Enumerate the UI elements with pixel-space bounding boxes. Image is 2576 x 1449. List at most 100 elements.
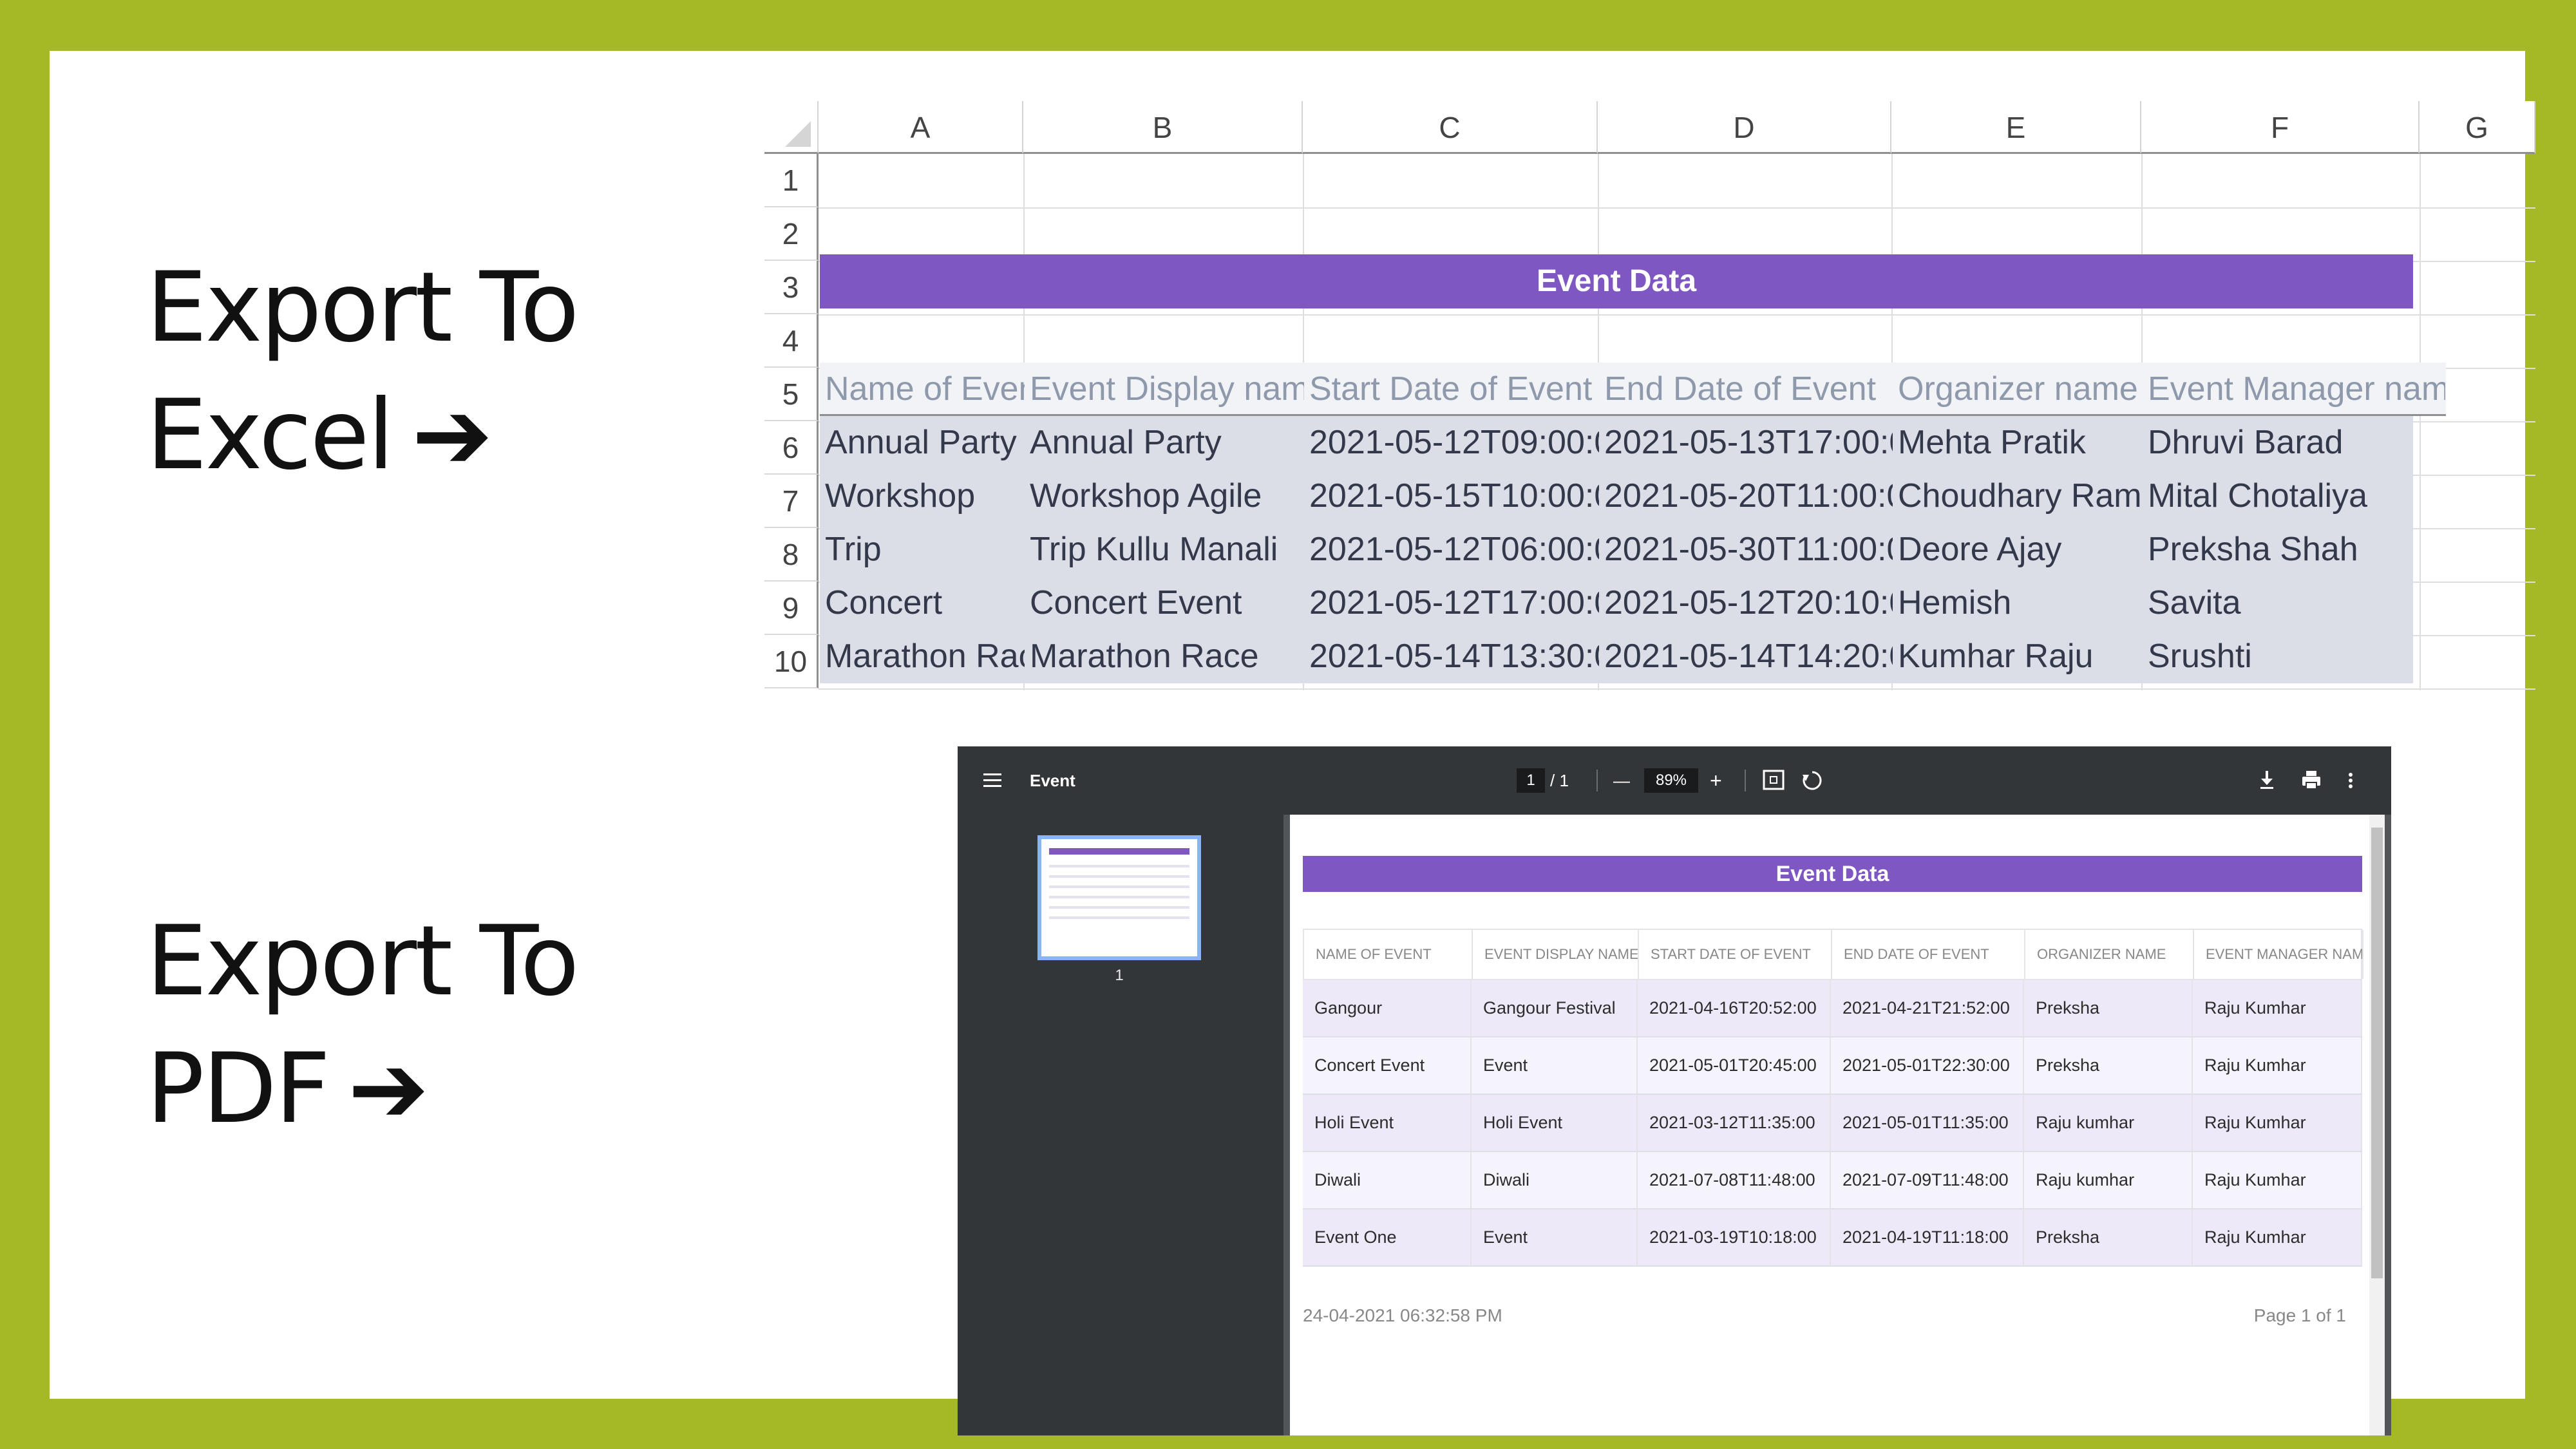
table-row: Event One Event 2021-03-19T10:18:00 2021-04…: [1303, 1209, 2362, 1267]
slide: Export To Excel ➔ Export To PDF ➔ ABCDEFG …: [50, 51, 2535, 1435]
excel-data-cell[interactable]: Mehta Pratik: [1893, 416, 2143, 469]
excel-data-cell[interactable]: Trip: [820, 523, 1025, 576]
column-header[interactable]: B: [1023, 101, 1303, 154]
excel-data-cell[interactable]: 2021-05-15T10:00:00: [1304, 469, 1599, 523]
pdf-data-cell: Gangour Festival: [1472, 980, 1638, 1036]
excel-data-cell[interactable]: 2021-05-12T17:00:00: [1304, 576, 1599, 630]
pdf-header-cell: Start Date of Event: [1639, 930, 1832, 979]
row-header[interactable]: 2: [764, 207, 819, 261]
row-header[interactable]: 7: [764, 475, 819, 528]
pdf-page: Event Data Name of Event Event Display Na…: [1290, 815, 2372, 1435]
export-excel-heading: Export To Excel ➔: [146, 244, 580, 499]
pdf-header-cell: Event Display Name: [1473, 930, 1639, 979]
rotate-icon[interactable]: [1801, 746, 1823, 815]
pdf-data-cell: Gangour: [1303, 980, 1472, 1036]
column-header[interactable]: E: [1891, 101, 2141, 154]
pdf-data-cell: Raju kumhar: [2024, 1095, 2193, 1151]
pdf-scrollbar[interactable]: [2369, 815, 2385, 1435]
page-number-input[interactable]: 1: [1517, 768, 1545, 793]
table-row: Concert Event Event 2021-05-01T20:45:00 202…: [1303, 1037, 2362, 1095]
excel-data-cell[interactable]: 2021-05-14T14:20:00: [1599, 630, 1893, 683]
excel-header-cell[interactable]: Name of Event: [820, 363, 1025, 416]
pdf-timestamp: 24-04-2021 06:32:58 PM: [1303, 1305, 1502, 1325]
zoom-out-button[interactable]: —: [1613, 746, 1630, 815]
row-header[interactable]: 1: [764, 154, 819, 207]
row-header[interactable]: 5: [764, 368, 819, 421]
excel-header-cell[interactable]: End Date of Event: [1599, 363, 1893, 416]
excel-data-cell[interactable]: Concert: [820, 576, 1025, 630]
pdf-data-cell: 2021-05-01T22:30:00: [1831, 1037, 2024, 1094]
menu-icon[interactable]: [983, 746, 1003, 815]
pdf-data-cell: Preksha: [2024, 1209, 2193, 1265]
row-header[interactable]: 8: [764, 528, 819, 582]
pdf-data-cell: Diwali: [1472, 1152, 1638, 1208]
column-header[interactable]: G: [2420, 101, 2535, 154]
column-header[interactable]: D: [1598, 101, 1891, 154]
excel-sheet: ABCDEFG 1 2 3 4 5 6 7 8 9 10 Event Data Name of E…: [764, 101, 2535, 690]
row-header[interactable]: 6: [764, 421, 819, 475]
arrow-right-icon: ➔: [412, 379, 493, 491]
excel-data-cell[interactable]: Annual Party: [820, 416, 1025, 469]
zoom-in-button[interactable]: +: [1710, 746, 1722, 815]
excel-data-cell[interactable]: Trip Kullu Manali: [1025, 523, 1304, 576]
pdf-page-area: Event Data Name of Event Event Display Na…: [1283, 815, 2391, 1435]
excel-data-cell[interactable]: 2021-05-13T17:00:00: [1599, 416, 1893, 469]
excel-data-cell[interactable]: 2021-05-14T13:30:00: [1304, 630, 1599, 683]
excel-data-cell[interactable]: 2021-05-20T11:00:00: [1599, 469, 1893, 523]
excel-data-cell[interactable]: Deore Ajay: [1893, 523, 2143, 576]
excel-data-cell[interactable]: Workshop: [820, 469, 1025, 523]
pdf-page-count: Page 1 of 1: [2253, 1305, 2346, 1325]
excel-data-cell[interactable]: Choudhary Ramesh: [1893, 469, 2143, 523]
pdf-data-cell: Raju kumhar: [2024, 1152, 2193, 1208]
pdf-data-cell: 2021-04-19T11:18:00: [1831, 1209, 2024, 1265]
pdf-data-cell: 2021-03-19T10:18:00: [1638, 1209, 1831, 1265]
pdf-toolbar: Event 1 / 1 — 89% +: [958, 746, 2391, 815]
row-header[interactable]: 4: [764, 314, 819, 368]
excel-data-cell[interactable]: Mital Chotaliya: [2143, 469, 2413, 523]
pdf-header-cell: Name of Event: [1304, 930, 1473, 979]
pdf-data-cell: Raju Kumhar: [2193, 1095, 2362, 1151]
excel-data-cell[interactable]: 2021-05-12T20:10:00: [1599, 576, 1893, 630]
excel-data-cell[interactable]: 2021-05-12T09:00:00: [1304, 416, 1599, 469]
excel-data-cell[interactable]: 2021-05-30T11:00:00: [1599, 523, 1893, 576]
excel-header-cell[interactable]: Organizer name: [1893, 363, 2143, 416]
select-all-corner[interactable]: [764, 101, 819, 154]
excel-header-cell[interactable]: Event Display name: [1025, 363, 1304, 416]
zoom-input[interactable]: 89%: [1644, 768, 1698, 793]
excel-data-cell[interactable]: Savita: [2143, 576, 2413, 630]
pdf-table-header: Name of Event Event Display Name Start Dat…: [1303, 929, 2363, 980]
excel-data-cell[interactable]: Kumhar Raju: [1893, 630, 2143, 683]
export-pdf-heading: Export To PDF ➔: [146, 898, 580, 1153]
pdf-data-cell: Raju Kumhar: [2193, 980, 2362, 1036]
pdf-data-cell: 2021-04-21T21:52:00: [1831, 980, 2024, 1036]
excel-data-cell[interactable]: Srushti: [2143, 630, 2413, 683]
excel-data-cell[interactable]: Workshop Agile: [1025, 469, 1304, 523]
excel-data-cell[interactable]: 2021-05-12T06:00:00: [1304, 523, 1599, 576]
excel-data-cell[interactable]: Concert Event: [1025, 576, 1304, 630]
excel-data-cell[interactable]: Dhruvi Barad: [2143, 416, 2413, 469]
excel-data-cell[interactable]: Preksha Shah: [2143, 523, 2413, 576]
print-icon[interactable]: [2301, 746, 2322, 815]
pdf-data-cell: Raju Kumhar: [2193, 1209, 2362, 1265]
excel-data-cell[interactable]: Hemish: [1893, 576, 2143, 630]
excel-data-cell[interactable]: Marathon Race: [1025, 630, 1304, 683]
row-header[interactable]: 10: [764, 635, 819, 688]
fit-page-icon[interactable]: [1763, 746, 1785, 815]
row-header[interactable]: 9: [764, 582, 819, 635]
column-header[interactable]: C: [1303, 101, 1598, 154]
excel-data-cell[interactable]: Marathon Race: [820, 630, 1025, 683]
pdf-data-cell: 2021-05-01T20:45:00: [1638, 1037, 1831, 1094]
column-header[interactable]: F: [2141, 101, 2420, 154]
pdf-data-cell: Preksha: [2024, 1037, 2193, 1094]
more-options-icon[interactable]: [2347, 746, 2354, 815]
excel-header-cell[interactable]: Start Date of Event: [1304, 363, 1599, 416]
excel-title-cell[interactable]: Event Data: [820, 254, 2413, 308]
pdf-data-cell: Diwali: [1303, 1152, 1472, 1208]
excel-header-cell[interactable]: Event Manager name: [2143, 363, 2445, 416]
download-icon[interactable]: [2257, 746, 2277, 815]
excel-data-cell[interactable]: Annual Party: [1025, 416, 1304, 469]
page-thumbnail[interactable]: [1037, 835, 1201, 960]
row-header[interactable]: 3: [764, 261, 819, 314]
column-header[interactable]: A: [819, 101, 1023, 154]
export-excel-line2: Excel: [146, 379, 394, 491]
